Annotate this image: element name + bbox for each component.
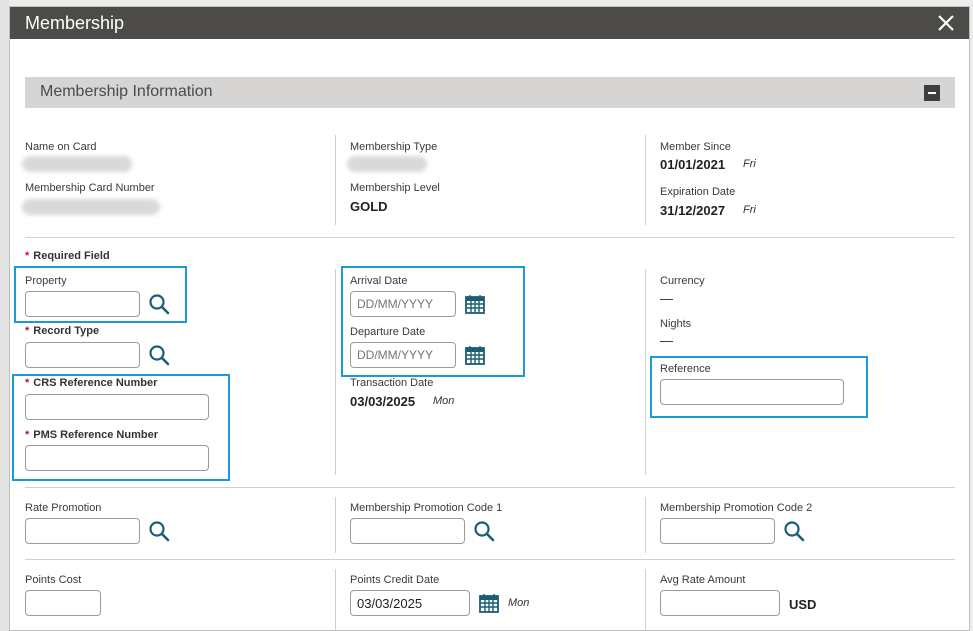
expiration-value: 31/12/2027	[660, 203, 726, 218]
points-credit-date-label: Points Credit Date	[350, 574, 440, 586]
redacted-value	[22, 199, 160, 215]
avg-rate-input[interactable]	[660, 590, 780, 616]
divider	[25, 559, 955, 560]
highlight-box	[12, 374, 230, 481]
promo-code1-input[interactable]	[350, 518, 465, 544]
redacted-value	[347, 156, 427, 172]
search-icon[interactable]	[473, 520, 495, 542]
expiration-day: Fri	[743, 204, 756, 216]
points-credit-day: Mon	[508, 597, 530, 609]
nights-value: —	[660, 333, 673, 348]
search-icon[interactable]	[148, 344, 170, 366]
highlight-box	[650, 356, 868, 418]
divider	[25, 237, 955, 238]
points-cost-label: Points Cost	[25, 574, 82, 586]
points-cost-input[interactable]	[25, 590, 101, 616]
expiration-label: Expiration Date	[660, 186, 736, 198]
name-on-card-label: Name on Card	[25, 141, 97, 153]
transaction-date-value: 03/03/2025	[350, 394, 416, 409]
section-header[interactable]: Membership Information	[25, 77, 955, 108]
divider	[335, 497, 336, 553]
membership-type-label: Membership Type	[350, 141, 438, 153]
divider	[645, 569, 646, 630]
calendar-icon[interactable]	[478, 592, 500, 614]
highlight-box	[341, 266, 525, 377]
dialog-titlebar: Membership	[10, 7, 969, 39]
divider	[645, 269, 646, 475]
divider	[25, 487, 955, 488]
promo-code2-input[interactable]	[660, 518, 775, 544]
avg-rate-label: Avg Rate Amount	[660, 574, 746, 586]
promo-code1-label: Membership Promotion Code 1	[350, 502, 503, 514]
record-type-label: * Record Type	[25, 325, 100, 337]
promo-code2-label: Membership Promotion Code 2	[660, 502, 813, 514]
redacted-value	[22, 156, 132, 172]
transaction-date-day: Mon	[433, 395, 455, 407]
required-field-note: * Required Field	[25, 250, 110, 262]
divider	[335, 569, 336, 630]
rate-promotion-label: Rate Promotion	[25, 502, 102, 514]
currency-label: Currency	[660, 275, 705, 287]
record-type-input[interactable]	[25, 342, 140, 368]
card-number-label: Membership Card Number	[25, 182, 155, 194]
divider	[645, 135, 646, 225]
membership-level-label: Membership Level	[350, 182, 440, 194]
close-icon[interactable]	[937, 14, 955, 32]
divider	[335, 135, 336, 225]
currency-value: —	[660, 291, 673, 306]
search-icon[interactable]	[783, 520, 805, 542]
points-credit-date-input[interactable]: 03/03/2025	[350, 590, 470, 616]
avg-rate-currency: USD	[789, 597, 817, 612]
transaction-date-label: Transaction Date	[350, 377, 434, 389]
search-icon[interactable]	[148, 520, 170, 542]
member-since-day: Fri	[743, 158, 756, 170]
divider	[645, 497, 646, 553]
collapse-icon[interactable]	[924, 85, 940, 101]
divider	[335, 269, 336, 475]
member-since-value: 01/01/2021	[660, 157, 726, 172]
section-title: Membership Information	[40, 83, 213, 100]
highlight-box	[14, 266, 187, 323]
membership-level-value: GOLD	[350, 199, 388, 214]
dialog-title: Membership	[25, 13, 125, 33]
membership-dialog: Membership Membership Information Name o…	[9, 6, 970, 631]
nights-label: Nights	[660, 318, 692, 330]
rate-promotion-input[interactable]	[25, 518, 140, 544]
background-page	[0, 0, 9, 631]
member-since-label: Member Since	[660, 141, 731, 153]
